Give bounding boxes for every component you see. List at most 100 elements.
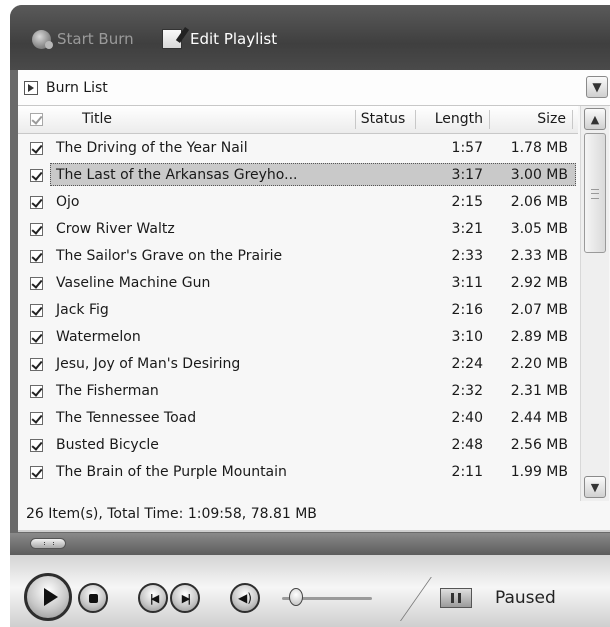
stop-button[interactable] — [78, 583, 108, 613]
scroll-thumb[interactable] — [584, 133, 606, 253]
volume-slider-thumb[interactable] — [288, 588, 303, 606]
track-size: 3.00 MB — [510, 167, 568, 183]
track-length: 3:21 — [451, 221, 483, 237]
track-checkbox[interactable] — [30, 277, 43, 290]
track-title: The Fisherman — [56, 383, 159, 399]
track-size: 2.06 MB — [510, 194, 568, 210]
column-header-title[interactable]: Title — [82, 106, 112, 133]
previous-track-icon: |◀ — [149, 591, 160, 605]
track-size: 2.44 MB — [510, 410, 568, 426]
status-area: Paused — [400, 577, 610, 621]
seek-handle[interactable] — [30, 538, 66, 549]
track-checkbox[interactable] — [30, 385, 43, 398]
table-row[interactable]: Crow River Waltz 3:21 3.05 MB — [18, 216, 580, 243]
track-title: The Driving of the Year Nail — [56, 140, 248, 156]
burn-list-selector[interactable]: Burn List ▼ — [18, 70, 610, 106]
burn-list-label: Burn List — [46, 79, 108, 96]
column-divider[interactable] — [415, 110, 416, 129]
track-checkbox[interactable] — [30, 358, 43, 371]
play-button[interactable] — [24, 573, 72, 621]
track-size: 2.33 MB — [510, 248, 568, 264]
table-row[interactable]: Jesu, Joy of Man's Desiring 2:24 2.20 MB — [18, 351, 580, 378]
track-checkbox[interactable] — [30, 439, 43, 452]
track-size: 2.07 MB — [510, 302, 568, 318]
table-row[interactable]: The Tennessee Toad 2:40 2.44 MB — [18, 405, 580, 432]
track-length: 2:16 — [451, 302, 483, 318]
track-checkbox[interactable] — [30, 466, 43, 479]
table-row[interactable]: The Fisherman 2:32 2.31 MB — [18, 378, 580, 405]
previous-button[interactable]: |◀ — [138, 583, 168, 613]
track-size: 2.31 MB — [510, 383, 568, 399]
edit-playlist-icon — [162, 29, 182, 49]
track-list: The Driving of the Year Nail 1:57 1.78 MB T… — [18, 135, 580, 501]
track-title: Crow River Waltz — [56, 221, 175, 237]
chevron-down-icon: ▼ — [592, 80, 602, 94]
track-checkbox[interactable] — [30, 196, 43, 209]
burn-list-panel: Burn List ▼ Title Status Length Size The… — [18, 70, 610, 532]
track-size: 3.05 MB — [510, 221, 568, 237]
toolbar: Start Burn Edit Playlist — [10, 5, 610, 70]
track-checkbox[interactable] — [30, 250, 43, 263]
table-row[interactable]: Jack Fig 2:16 2.07 MB — [18, 297, 580, 324]
table-row[interactable]: Ojo 2:15 2.06 MB — [18, 189, 580, 216]
table-row[interactable]: The Last of the Arkansas Greyho... 3:17 3.… — [18, 162, 580, 189]
chevron-down-icon: ▼ — [590, 480, 600, 494]
track-length: 2:40 — [451, 410, 483, 426]
track-length: 2:32 — [451, 383, 483, 399]
track-checkbox[interactable] — [30, 223, 43, 236]
track-checkbox[interactable] — [30, 142, 43, 155]
playback-status: Paused — [495, 588, 556, 608]
burn-list-dropdown-button[interactable]: ▼ — [586, 76, 608, 98]
scroll-up-button[interactable]: ▲ — [584, 108, 606, 130]
edit-playlist-label: Edit Playlist — [190, 30, 278, 48]
start-burn-button[interactable]: Start Burn — [32, 27, 134, 51]
column-header-length[interactable]: Length — [423, 106, 483, 133]
pause-icon — [451, 593, 454, 603]
track-checkbox[interactable] — [30, 304, 43, 317]
table-row[interactable]: Busted Bicycle 2:48 2.56 MB — [18, 432, 580, 459]
column-divider[interactable] — [489, 110, 490, 129]
table-row[interactable]: The Driving of the Year Nail 1:57 1.78 MB — [18, 135, 580, 162]
select-all-checkbox[interactable] — [30, 113, 43, 126]
track-title: Jack Fig — [56, 302, 109, 318]
track-length: 1:57 — [451, 140, 483, 156]
column-header-status[interactable]: Status — [358, 106, 408, 133]
stop-icon — [88, 593, 98, 603]
track-title: The Last of the Arkansas Greyho... — [56, 167, 298, 183]
track-checkbox[interactable] — [30, 331, 43, 344]
table-row[interactable]: Watermelon 3:10 2.89 MB — [18, 324, 580, 351]
next-button[interactable]: ▶| — [170, 583, 200, 613]
track-size: 1.99 MB — [510, 464, 568, 480]
list-summary: 26 Item(s), Total Time: 1:09:58, 78.81 M… — [26, 506, 317, 522]
track-title: Vaseline Machine Gun — [56, 275, 211, 291]
list-scrollbar[interactable]: ▲ ▼ — [580, 106, 609, 501]
track-length: 2:48 — [451, 437, 483, 453]
track-title: The Tennessee Toad — [56, 410, 197, 426]
track-length: 2:11 — [451, 464, 483, 480]
track-title: The Brain of the Purple Mountain — [56, 464, 287, 480]
table-row[interactable]: The Brain of the Purple Mountain 2:11 1.99… — [18, 459, 580, 486]
column-header-size[interactable]: Size — [496, 106, 566, 133]
track-title: Jesu, Joy of Man's Desiring — [56, 356, 241, 372]
mute-button[interactable]: ◀) — [230, 583, 260, 613]
start-burn-label: Start Burn — [57, 30, 134, 48]
track-title: Busted Bicycle — [56, 437, 159, 453]
track-title: The Sailor's Grave on the Prairie — [56, 248, 283, 264]
edit-playlist-button[interactable]: Edit Playlist — [162, 27, 277, 51]
seek-bar[interactable] — [10, 533, 610, 555]
table-row[interactable]: Vaseline Machine Gun 3:11 2.92 MB — [18, 270, 580, 297]
track-size: 1.78 MB — [510, 140, 568, 156]
table-row[interactable]: The Sailor's Grave on the Prairie 2:33 2.3… — [18, 243, 580, 270]
column-divider[interactable] — [572, 110, 573, 129]
speaker-icon: ◀) — [238, 591, 252, 605]
track-title: Ojo — [56, 194, 80, 210]
grip-icon — [591, 189, 599, 199]
track-checkbox[interactable] — [30, 169, 43, 182]
track-length: 2:33 — [451, 248, 483, 264]
panel-divider — [18, 530, 610, 532]
track-checkbox[interactable] — [30, 412, 43, 425]
list-header: Title Status Length Size — [18, 106, 578, 134]
column-divider[interactable] — [355, 110, 356, 129]
scroll-down-button[interactable]: ▼ — [584, 476, 606, 498]
chevron-up-icon: ▲ — [590, 112, 600, 126]
